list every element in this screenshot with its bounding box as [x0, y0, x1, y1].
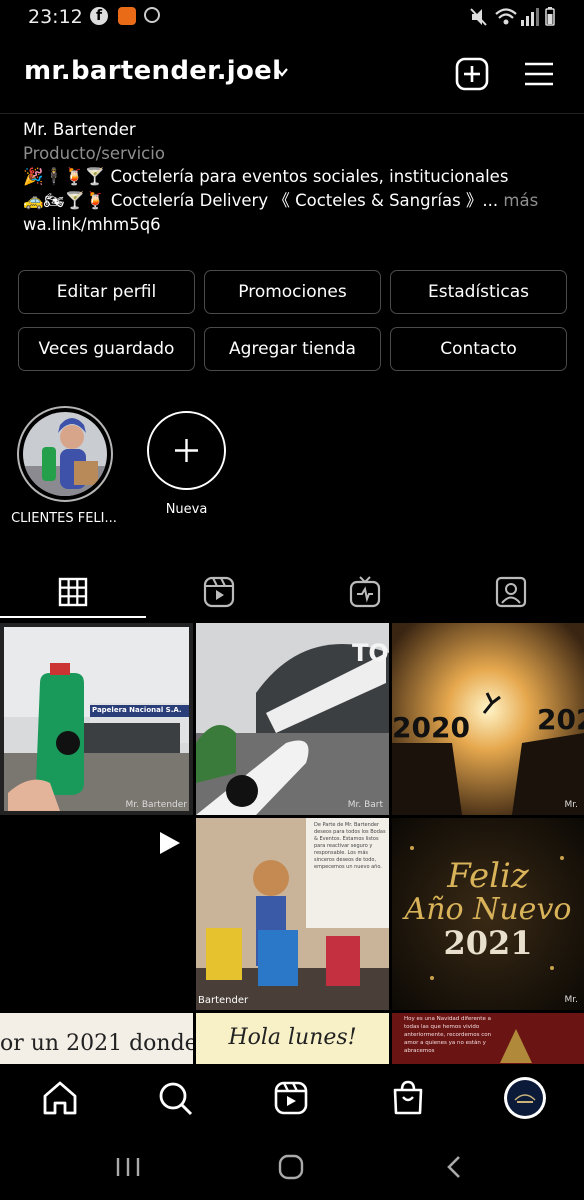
recent-apps-button[interactable] [110, 1154, 146, 1180]
nav-search[interactable] [153, 1076, 197, 1120]
tab-igtv[interactable] [292, 566, 438, 618]
status-bar: 23:12 f [0, 0, 584, 36]
tab-reels[interactable] [146, 566, 292, 618]
post-text-left: 2020 [392, 711, 470, 744]
plus-square-icon [455, 57, 489, 91]
insights-button[interactable]: Estadísticas [390, 270, 567, 314]
post-text-line1: Feliz [447, 856, 529, 896]
wifi-icon [495, 8, 517, 25]
post-tile[interactable]: Papelera Nacional S.A. Mr. Bartender [0, 623, 193, 815]
system-status-icons [470, 7, 555, 26]
avatar [504, 1077, 546, 1119]
post-watermark: Mr. [564, 995, 579, 1005]
video-play-icon [160, 832, 180, 854]
post-watermark: Mr. [564, 800, 579, 810]
post-text: Hola lunes! [228, 1025, 357, 1050]
back-button[interactable] [440, 1152, 470, 1182]
home-button[interactable] [275, 1152, 307, 1182]
profile-name: Mr. Bartender [23, 120, 136, 139]
search-icon [159, 1082, 193, 1116]
post-tile[interactable]: TO Mr. Bart [196, 623, 389, 815]
post-text-line2: Año Nuevo [404, 892, 572, 927]
bio-line-1-text: Coctelería para eventos sociales, instit… [110, 167, 509, 186]
facebook-icon: f [90, 7, 108, 25]
tab-tagged[interactable] [438, 566, 584, 618]
new-highlight-label: Nueva [165, 502, 208, 517]
home-icon [43, 1081, 77, 1115]
bio-line-1: 🎉🕴🍹🍸 Coctelería para eventos sociales, i… [23, 165, 508, 189]
bottom-navigation [0, 1064, 584, 1132]
profile-category: Producto/servicio [23, 144, 165, 163]
bio-line-2-emoji: 🚕🏍🍸🍹 [23, 191, 106, 210]
highlight-cover-image [23, 412, 107, 496]
system-navigation-bar [0, 1132, 584, 1200]
igtv-icon [349, 576, 381, 608]
hamburger-menu-icon [525, 62, 553, 86]
tab-grid[interactable] [0, 566, 146, 618]
post-sign-text: TO [352, 639, 389, 667]
mi-app-icon [118, 7, 136, 25]
christmas-tree-icon [500, 1029, 532, 1063]
post-text-line3: 2021 [443, 924, 533, 962]
create-post-button[interactable] [452, 54, 492, 94]
home-circle-icon [278, 1154, 304, 1180]
active-tab-indicator [0, 616, 146, 618]
post-caption: Bartender [198, 995, 249, 1006]
post-text: Hoy es una Navidad diferente a todas las… [404, 1016, 492, 1054]
saved-count-button[interactable]: Veces guardado [18, 327, 195, 371]
highlight-clientes-label: CLIENTES FELI... [11, 511, 117, 526]
plus-icon [175, 439, 198, 462]
post-image [0, 623, 193, 815]
grid-icon [58, 577, 88, 607]
header-divider [0, 113, 584, 114]
post-tile-video[interactable] [0, 818, 193, 1010]
bio-line-1-emoji: 🎉🕴🍹🍸 [23, 167, 106, 186]
nav-profile[interactable] [503, 1076, 547, 1120]
shopping-bag-icon [393, 1080, 423, 1115]
bio-website-link[interactable]: wa.link/mhm5q6 [23, 213, 161, 237]
alarm-icon [144, 7, 160, 23]
post-watermark: Mr. Bart [347, 800, 383, 810]
nav-shop[interactable] [386, 1076, 430, 1120]
status-time: 23:12 [28, 6, 83, 28]
post-tile[interactable]: De Parte de Mr. Bartender deseos para to… [196, 818, 389, 1010]
bio-line-2: 🚕🏍🍸🍹 Coctelería Delivery 《 Cocteles & Sa… [23, 189, 538, 213]
post-text: De Parte de Mr. Bartender deseos para to… [314, 822, 386, 870]
mute-icon [470, 8, 487, 26]
promotions-button[interactable]: Promociones [204, 270, 381, 314]
add-shop-button[interactable]: Agregar tienda [204, 327, 381, 371]
post-text-right: 202 [537, 703, 584, 736]
menu-button[interactable] [519, 54, 559, 94]
post-text: or un 2021 donde m [0, 1031, 193, 1056]
post-tile[interactable]: 2020 202 Mr. [392, 623, 584, 815]
profile-username[interactable]: mr.bartender.joel [24, 56, 281, 86]
highlight-clientes[interactable] [17, 406, 113, 502]
signal-icon [521, 8, 539, 26]
new-highlight-button[interactable] [147, 411, 226, 490]
post-tile[interactable]: Feliz Año Nuevo 2021 Mr. [392, 818, 584, 1010]
post-tile[interactable]: Hola lunes! [196, 1013, 389, 1064]
tagged-user-icon [495, 576, 527, 608]
post-watermark: Mr. Bartender [125, 800, 187, 810]
post-tile[interactable]: Hoy es una Navidad diferente a todas las… [392, 1013, 584, 1064]
chevron-down-icon[interactable] [276, 66, 288, 78]
back-arrow-icon [447, 1156, 460, 1178]
post-tile[interactable]: or un 2021 donde m [0, 1013, 193, 1064]
bio-line-2-text: Coctelería Delivery 《 Cocteles & Sangría… [110, 191, 499, 210]
bio-more-link[interactable]: más [503, 191, 538, 210]
reels-icon [274, 1081, 308, 1115]
recent-apps-icon [116, 1158, 140, 1176]
battery-icon [545, 7, 555, 26]
reels-icon [203, 576, 235, 608]
edit-profile-button[interactable]: Editar perfil [18, 270, 195, 314]
nav-reels[interactable] [269, 1076, 313, 1120]
contact-button[interactable]: Contacto [390, 327, 567, 371]
nav-home[interactable] [38, 1076, 82, 1120]
post-sign-text: Papelera Nacional S.A. [92, 706, 182, 714]
